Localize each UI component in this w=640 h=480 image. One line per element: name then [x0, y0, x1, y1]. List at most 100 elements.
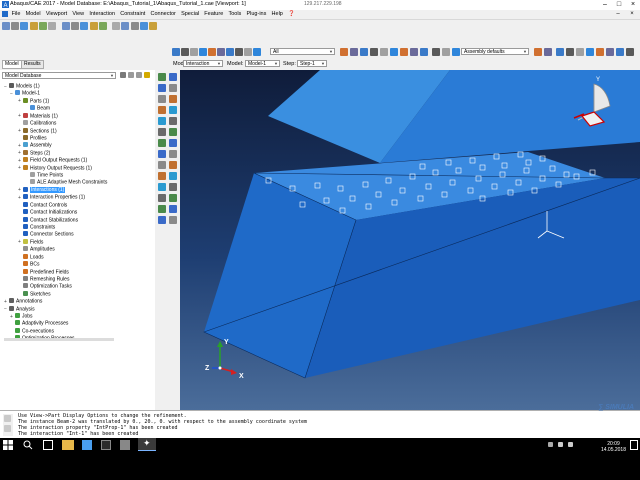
toolbox-tool-icon[interactable]	[158, 183, 166, 191]
toolbox-tool-icon[interactable]	[169, 95, 177, 103]
toolbox-tool-icon[interactable]	[169, 150, 177, 158]
toolbar1-tool-icon[interactable]	[20, 22, 28, 30]
toolbar2-tool-icon[interactable]	[420, 48, 428, 56]
toolbar2-tool-icon[interactable]	[199, 48, 207, 56]
menu-file[interactable]: File	[9, 10, 23, 19]
toolbar2-tool-icon[interactable]	[235, 48, 243, 56]
filter-icon[interactable]	[120, 72, 126, 78]
toolbox-tool-icon[interactable]	[158, 128, 166, 136]
tree-item[interactable]: Time Points	[25, 172, 63, 179]
module-combo[interactable]: Interaction ▼	[183, 60, 223, 67]
toolbar1-tool-icon[interactable]	[99, 22, 107, 30]
toolbox-tool-icon[interactable]	[158, 172, 166, 180]
menu-constraint[interactable]: Constraint	[118, 10, 148, 19]
tree-item[interactable]: Loads	[18, 253, 44, 261]
toolbox-tool-icon[interactable]	[169, 139, 177, 147]
tree-item[interactable]: + Parts (1)	[18, 97, 49, 105]
menu-model[interactable]: Model	[23, 10, 43, 19]
toolbox-tool-icon[interactable]	[158, 106, 166, 114]
tree-item[interactable]: + Jobs	[10, 313, 33, 320]
toolbar2-tool-icon[interactable]	[340, 48, 348, 56]
taskbar-clock[interactable]: 20:09 14.05.2018	[601, 441, 626, 453]
toolbox-tool-icon[interactable]	[169, 128, 177, 136]
toolbar2-tool-icon[interactable]	[586, 48, 594, 56]
tree-item[interactable]: Amplitudes	[18, 246, 55, 253]
tree-item[interactable]: Sketches	[18, 290, 51, 298]
toolbar1-tool-icon[interactable]	[11, 22, 19, 30]
edge-browser-icon[interactable]	[82, 440, 92, 450]
toolbar2-tool-icon[interactable]	[380, 48, 388, 56]
toolbar2-tool-icon[interactable]	[370, 48, 378, 56]
tree-item[interactable]: − Model-1	[10, 90, 40, 97]
toolbar2-tool-icon[interactable]	[350, 48, 358, 56]
toolbox-tool-icon[interactable]	[158, 84, 166, 92]
toolbar1-tool-icon[interactable]	[131, 22, 139, 30]
toolbox-tool-icon[interactable]	[169, 205, 177, 213]
tree-item[interactable]: + Interaction Properties (1)	[18, 194, 85, 201]
toolbox-tool-icon[interactable]	[158, 73, 166, 81]
toolbox-tool-icon[interactable]	[158, 117, 166, 125]
toolbox-tool-icon[interactable]	[169, 73, 177, 81]
toolbox-tool-icon[interactable]	[169, 117, 177, 125]
tree-item[interactable]: Remeshing Rules	[18, 275, 69, 283]
tab-results[interactable]: Results	[21, 60, 44, 69]
toolbar2-tool-icon[interactable]	[626, 48, 634, 56]
tree-item[interactable]: + Interactions (1)	[18, 186, 66, 194]
toolbar2-tool-icon[interactable]	[390, 48, 398, 56]
toolbox-tool-icon[interactable]	[158, 95, 166, 103]
toolbar2-tool-icon[interactable]	[442, 48, 450, 56]
view-cube-icon[interactable]: Y	[570, 72, 618, 130]
toolbar2-tool-icon[interactable]	[566, 48, 574, 56]
toolbar1-tool-icon[interactable]	[71, 22, 79, 30]
tree-item[interactable]: − Analysis	[4, 305, 35, 313]
toolbar2-tool-icon[interactable]	[181, 48, 189, 56]
tree-item[interactable]: + Annotations	[4, 298, 42, 305]
file-explorer-icon[interactable]	[62, 440, 74, 450]
tree-item[interactable]: ALE Adaptive Mesh Constraints	[25, 179, 107, 186]
toolbar1-tool-icon[interactable]	[149, 22, 157, 30]
viewport-1[interactable]: Y Y X Z	[180, 70, 640, 410]
toolbar2-tool-icon[interactable]	[172, 48, 180, 56]
toolbar2-tool-icon[interactable]	[544, 48, 552, 56]
tree-item[interactable]: Optimization Tasks	[18, 283, 72, 290]
doc-minimize-button[interactable]: –	[612, 9, 624, 19]
toolbar1-tool-icon[interactable]	[121, 22, 129, 30]
minimize-button[interactable]: –	[598, 0, 612, 10]
toolbox-tool-icon[interactable]	[169, 183, 177, 191]
task-view-icon[interactable]	[43, 440, 53, 450]
tree-item[interactable]: Contact Controls	[18, 201, 67, 209]
toolbox-tool-icon[interactable]	[169, 216, 177, 224]
toolbox-tool-icon[interactable]	[158, 205, 166, 213]
toolbar2-tool-icon[interactable]	[253, 48, 261, 56]
model-combo[interactable]: Model-1 ▼	[245, 60, 280, 67]
toolbar2-tool-icon[interactable]	[534, 48, 542, 56]
tree-item[interactable]: Contact Initializations	[18, 209, 77, 216]
tree-item[interactable]: Contact Stabilizations	[18, 216, 78, 224]
toolbar1-tool-icon[interactable]	[112, 22, 120, 30]
tree-item[interactable]: + Fields	[18, 238, 43, 246]
toolbar2-tool-icon[interactable]	[556, 48, 564, 56]
store-icon[interactable]	[101, 440, 111, 450]
tree-item[interactable]: Profiles	[18, 134, 47, 142]
network-icon[interactable]	[558, 442, 563, 447]
expand-icon[interactable]	[128, 72, 134, 78]
menu-special[interactable]: Special	[178, 10, 201, 19]
collapse-icon[interactable]	[136, 72, 142, 78]
tree-item[interactable]: + Field Output Requests (1)	[18, 157, 87, 164]
tree-item[interactable]: − Models (1)	[4, 83, 40, 90]
toolbar2-tool-icon[interactable]	[576, 48, 584, 56]
tree-item[interactable]: BCs	[18, 261, 39, 268]
tree-item[interactable]: Beam	[25, 105, 50, 112]
toolbox-tool-icon[interactable]	[158, 139, 166, 147]
toolbar2-tool-icon[interactable]	[616, 48, 624, 56]
tree-item[interactable]: Predefined Fields	[18, 268, 69, 276]
toolbox-tool-icon[interactable]	[169, 106, 177, 114]
tree-item[interactable]: Connector Sections	[18, 231, 74, 238]
display-group-combo[interactable]: All ▼	[270, 48, 335, 55]
toolbar2-tool-icon[interactable]	[410, 48, 418, 56]
tree-item[interactable]: + Materials (1)	[18, 112, 58, 120]
volume-icon[interactable]	[568, 442, 573, 447]
toolbox-tool-icon[interactable]	[169, 84, 177, 92]
doc-close-button[interactable]: ×	[626, 9, 638, 19]
toolbox-tool-icon[interactable]	[158, 150, 166, 158]
